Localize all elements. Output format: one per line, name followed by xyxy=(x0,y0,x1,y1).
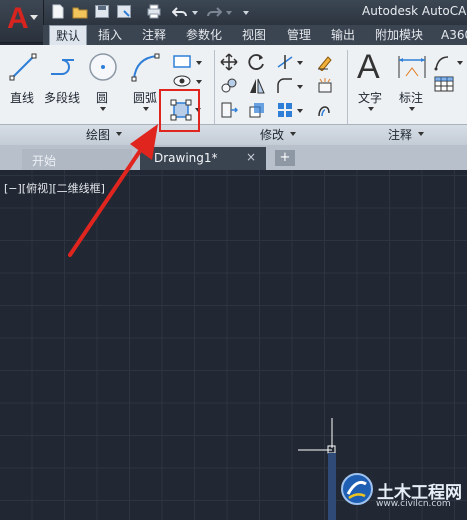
annotation-panel-expand-icon[interactable] xyxy=(418,132,424,136)
rectangle-dropdown-icon[interactable] xyxy=(196,61,202,65)
red-arrow-annotation-icon xyxy=(68,124,158,257)
save-as-icon[interactable] xyxy=(116,4,132,19)
scale-icon[interactable] xyxy=(248,101,266,119)
customize-quick-access-icon[interactable] xyxy=(243,11,249,15)
redo-dropdown-icon[interactable] xyxy=(226,11,232,15)
application-menu-button[interactable]: A xyxy=(0,0,44,43)
plot-icon[interactable] xyxy=(146,4,162,19)
undo-icon[interactable] xyxy=(172,4,188,19)
line-tool-label[interactable]: 直线 xyxy=(10,89,34,106)
arc-icon[interactable] xyxy=(130,52,160,82)
move-icon[interactable] xyxy=(220,53,238,71)
offset-icon[interactable] xyxy=(316,101,334,119)
polyline-icon[interactable] xyxy=(48,52,78,82)
modify-panel-expand-icon[interactable] xyxy=(290,132,296,136)
tab-output[interactable]: 输出 xyxy=(325,25,361,45)
leader-dropdown-icon[interactable] xyxy=(457,61,463,65)
window-title: Autodesk AutoCAD xyxy=(362,4,467,18)
tab-insert[interactable]: 插入 xyxy=(92,25,128,45)
dimension-tool-label[interactable]: 标注 xyxy=(399,89,423,106)
line-icon[interactable] xyxy=(8,52,38,82)
trim-icon[interactable] xyxy=(276,53,294,71)
watermark-url: www.civilcn.com xyxy=(376,499,451,509)
close-icon[interactable]: × xyxy=(246,150,256,164)
rotate-icon[interactable] xyxy=(248,53,266,71)
file-tab-start-label: 开始 xyxy=(32,154,57,168)
explode-icon[interactable] xyxy=(316,77,334,95)
trim-dropdown-icon[interactable] xyxy=(297,61,303,65)
text-icon[interactable]: A xyxy=(357,50,380,84)
leader-icon[interactable] xyxy=(434,53,454,71)
tab-annotate[interactable]: 注释 xyxy=(136,25,172,45)
new-tab-button[interactable]: + xyxy=(275,150,295,166)
tab-parametric[interactable]: 参数化 xyxy=(180,25,228,45)
table-icon[interactable] xyxy=(434,76,454,92)
tab-a360[interactable]: A360 xyxy=(435,25,467,45)
dimension-dropdown-icon[interactable] xyxy=(409,107,415,111)
copy-icon[interactable] xyxy=(220,77,238,95)
tab-view[interactable]: 视图 xyxy=(236,25,272,45)
arc-tool-label[interactable]: 圆弧 xyxy=(133,89,157,106)
chevron-down-icon xyxy=(30,15,38,20)
erase-icon[interactable] xyxy=(316,53,334,71)
stretch-icon[interactable] xyxy=(220,101,238,119)
redo-icon[interactable] xyxy=(206,4,222,19)
polyline-tool-label[interactable]: 多段线 xyxy=(44,89,80,106)
text-tool-label[interactable]: 文字 xyxy=(358,89,382,106)
tab-addins[interactable]: 附加模块 xyxy=(369,25,429,45)
modify-panel-title[interactable]: 修改 xyxy=(260,126,284,143)
arc-dropdown-icon[interactable] xyxy=(143,107,149,111)
rectangle-icon[interactable] xyxy=(172,54,194,70)
tab-home[interactable]: 默认 xyxy=(49,25,88,47)
annotation-panel-title[interactable]: 注释 xyxy=(388,126,412,143)
new-file-icon[interactable] xyxy=(50,4,66,19)
fillet-dropdown-icon[interactable] xyxy=(297,85,303,89)
hatch-dropdown-icon[interactable] xyxy=(196,80,202,84)
circle-dropdown-icon[interactable] xyxy=(100,107,106,111)
save-icon[interactable] xyxy=(94,4,110,19)
circle-tool-label[interactable]: 圆 xyxy=(96,89,108,106)
dimension-icon[interactable] xyxy=(396,52,428,82)
mirror-icon[interactable] xyxy=(248,77,266,95)
array-dropdown-icon[interactable] xyxy=(297,109,303,113)
text-dropdown-icon[interactable] xyxy=(368,107,374,111)
circle-icon[interactable] xyxy=(88,52,118,82)
undo-dropdown-icon[interactable] xyxy=(192,11,198,15)
autocad-logo-icon: A xyxy=(7,2,29,35)
fillet-icon[interactable] xyxy=(276,77,294,95)
array-icon[interactable] xyxy=(276,101,294,119)
tab-manage[interactable]: 管理 xyxy=(281,25,317,45)
open-folder-icon[interactable] xyxy=(72,4,88,19)
hatch-icon[interactable] xyxy=(172,74,194,88)
watermark-logo-icon xyxy=(341,473,373,505)
